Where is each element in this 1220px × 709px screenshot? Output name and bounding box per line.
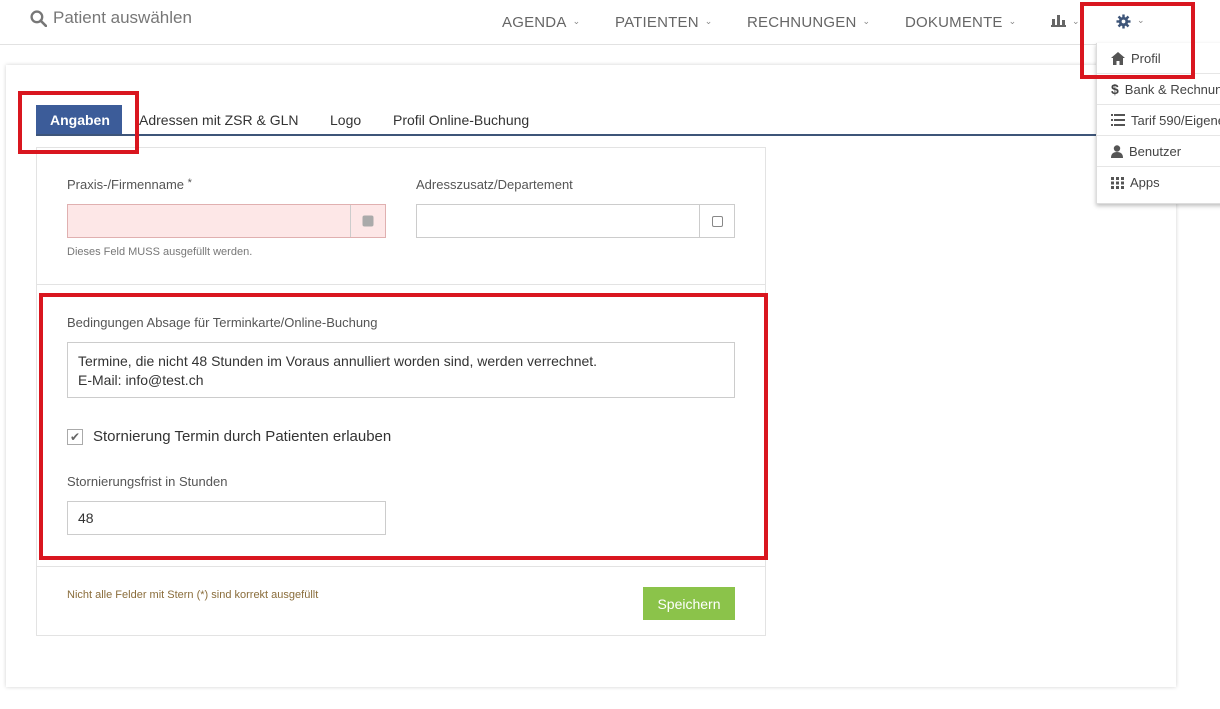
- save-button[interactable]: Speichern: [643, 587, 735, 620]
- tab-logo[interactable]: Logo: [330, 105, 361, 135]
- menu-item-benutzer-label: Benutzer: [1129, 143, 1182, 159]
- menu-item-profil[interactable]: Profil: [1097, 43, 1220, 74]
- gear-icon: [1116, 14, 1131, 29]
- company-name-label-text: Praxis-/Firmenname: [67, 177, 185, 192]
- nav-agenda-label: AGENDA: [502, 14, 567, 31]
- allow-cancellation-checkbox[interactable]: ✔: [67, 428, 83, 445]
- nav-rechnungen[interactable]: RECHNUNGEN ⌄: [747, 14, 870, 31]
- list-icon: [1111, 114, 1125, 126]
- patient-search[interactable]: Patient auswählen: [30, 8, 192, 28]
- nav-patienten-label: PATIENTEN: [615, 14, 699, 31]
- nav-agenda[interactable]: AGENDA ⌄: [502, 14, 580, 31]
- tab-angaben-label: Angaben: [50, 112, 110, 128]
- tab-adressen[interactable]: Adressen mit ZSR & GLN: [139, 105, 299, 135]
- tab-angaben[interactable]: Angaben: [36, 105, 122, 135]
- menu-item-bank[interactable]: $ Bank & Rechnungen: [1097, 74, 1220, 105]
- company-name-addon: [350, 205, 385, 237]
- tab-profil-online-buchung-label: Profil Online-Buchung: [393, 112, 530, 128]
- menu-item-apps-label: Apps: [1130, 175, 1160, 190]
- conditions-textarea[interactable]: Termine, die nicht 48 Stunden im Voraus …: [67, 342, 735, 398]
- address-supplement-label: Adresszusatz/Departement: [416, 177, 573, 192]
- cancellation-deadline-label: Stornierungsfrist in Stunden: [67, 474, 228, 489]
- square-icon: [362, 215, 374, 227]
- address-supplement-field: [416, 204, 735, 238]
- chevron-down-icon: ⌄: [1072, 15, 1080, 26]
- conditions-line-1: Termine, die nicht 48 Stunden im Voraus …: [78, 353, 598, 369]
- settings-dropdown-menu: Profil $ Bank & Rechnungen Tarif 590/Eig…: [1096, 43, 1220, 204]
- company-name-input[interactable]: [68, 205, 372, 237]
- nav-dokumente[interactable]: DOKUMENTE ⌄: [905, 14, 1016, 31]
- tab-underline: [36, 134, 1136, 136]
- menu-item-profil-label: Profil: [1131, 50, 1161, 66]
- required-mark: *: [187, 177, 192, 189]
- bar-chart-icon: [1051, 15, 1066, 27]
- allow-cancellation-label: Stornierung Termin durch Patienten erlau…: [93, 428, 392, 445]
- square-outline-icon: [711, 215, 723, 227]
- address-supplement-input[interactable]: [417, 205, 721, 237]
- company-name-error: Dieses Feld MUSS ausgefüllt werden.: [67, 246, 253, 258]
- search-icon: [30, 9, 47, 27]
- menu-item-tarif-label: Tarif 590/Eigene: [1131, 112, 1220, 128]
- top-navigation-bar: Patient auswählen AGENDA ⌄ PATIENTEN ⌄ R…: [0, 0, 1220, 45]
- user-icon: [1111, 144, 1123, 158]
- tab-adressen-label: Adressen mit ZSR & GLN: [139, 112, 299, 128]
- company-name-label: Praxis-/Firmenname *: [67, 177, 192, 192]
- chevron-down-icon: ⌄: [1008, 16, 1017, 26]
- allow-cancellation-row[interactable]: ✔ Stornierung Termin durch Patienten erl…: [67, 428, 391, 445]
- grid-icon: [1111, 176, 1124, 189]
- tab-profil-online-buchung[interactable]: Profil Online-Buchung: [393, 105, 529, 135]
- nav-statistics[interactable]: ⌄: [1051, 15, 1080, 29]
- address-supplement-addon: [699, 205, 734, 237]
- menu-item-apps[interactable]: Apps: [1097, 167, 1220, 198]
- menu-item-bank-label: Bank & Rechnungen: [1124, 81, 1220, 97]
- cancellation-deadline-field: [67, 501, 386, 535]
- dollar-icon: $: [1111, 81, 1119, 97]
- nav-settings[interactable]: ⌄: [1116, 14, 1145, 29]
- patient-search-label: Patient auswählen: [53, 8, 192, 27]
- chevron-down-icon: ⌄: [1137, 15, 1145, 25]
- chevron-down-icon: ⌄: [704, 16, 713, 26]
- check-icon: ✔: [69, 429, 81, 444]
- cancellation-deadline-input[interactable]: [68, 502, 385, 534]
- form-validation-message: Nicht alle Felder mit Stern (*) sind kor…: [67, 589, 319, 601]
- company-name-field: [67, 204, 386, 238]
- menu-item-benutzer[interactable]: Benutzer: [1097, 136, 1220, 167]
- tab-logo-label: Logo: [330, 112, 362, 128]
- nav-dokumente-label: DOKUMENTE: [905, 14, 1003, 31]
- nav-rechnungen-label: RECHNUNGEN: [747, 14, 857, 31]
- nav-patienten[interactable]: PATIENTEN ⌄: [615, 14, 712, 31]
- chevron-down-icon: ⌄: [572, 16, 581, 26]
- conditions-label: Bedingungen Absage für Terminkarte/Onlin…: [67, 315, 378, 330]
- chevron-down-icon: ⌄: [862, 16, 871, 26]
- conditions-line-2: E-Mail: info@test.ch: [78, 372, 204, 388]
- home-icon: [1111, 51, 1125, 65]
- menu-item-tarif[interactable]: Tarif 590/Eigene: [1097, 105, 1220, 136]
